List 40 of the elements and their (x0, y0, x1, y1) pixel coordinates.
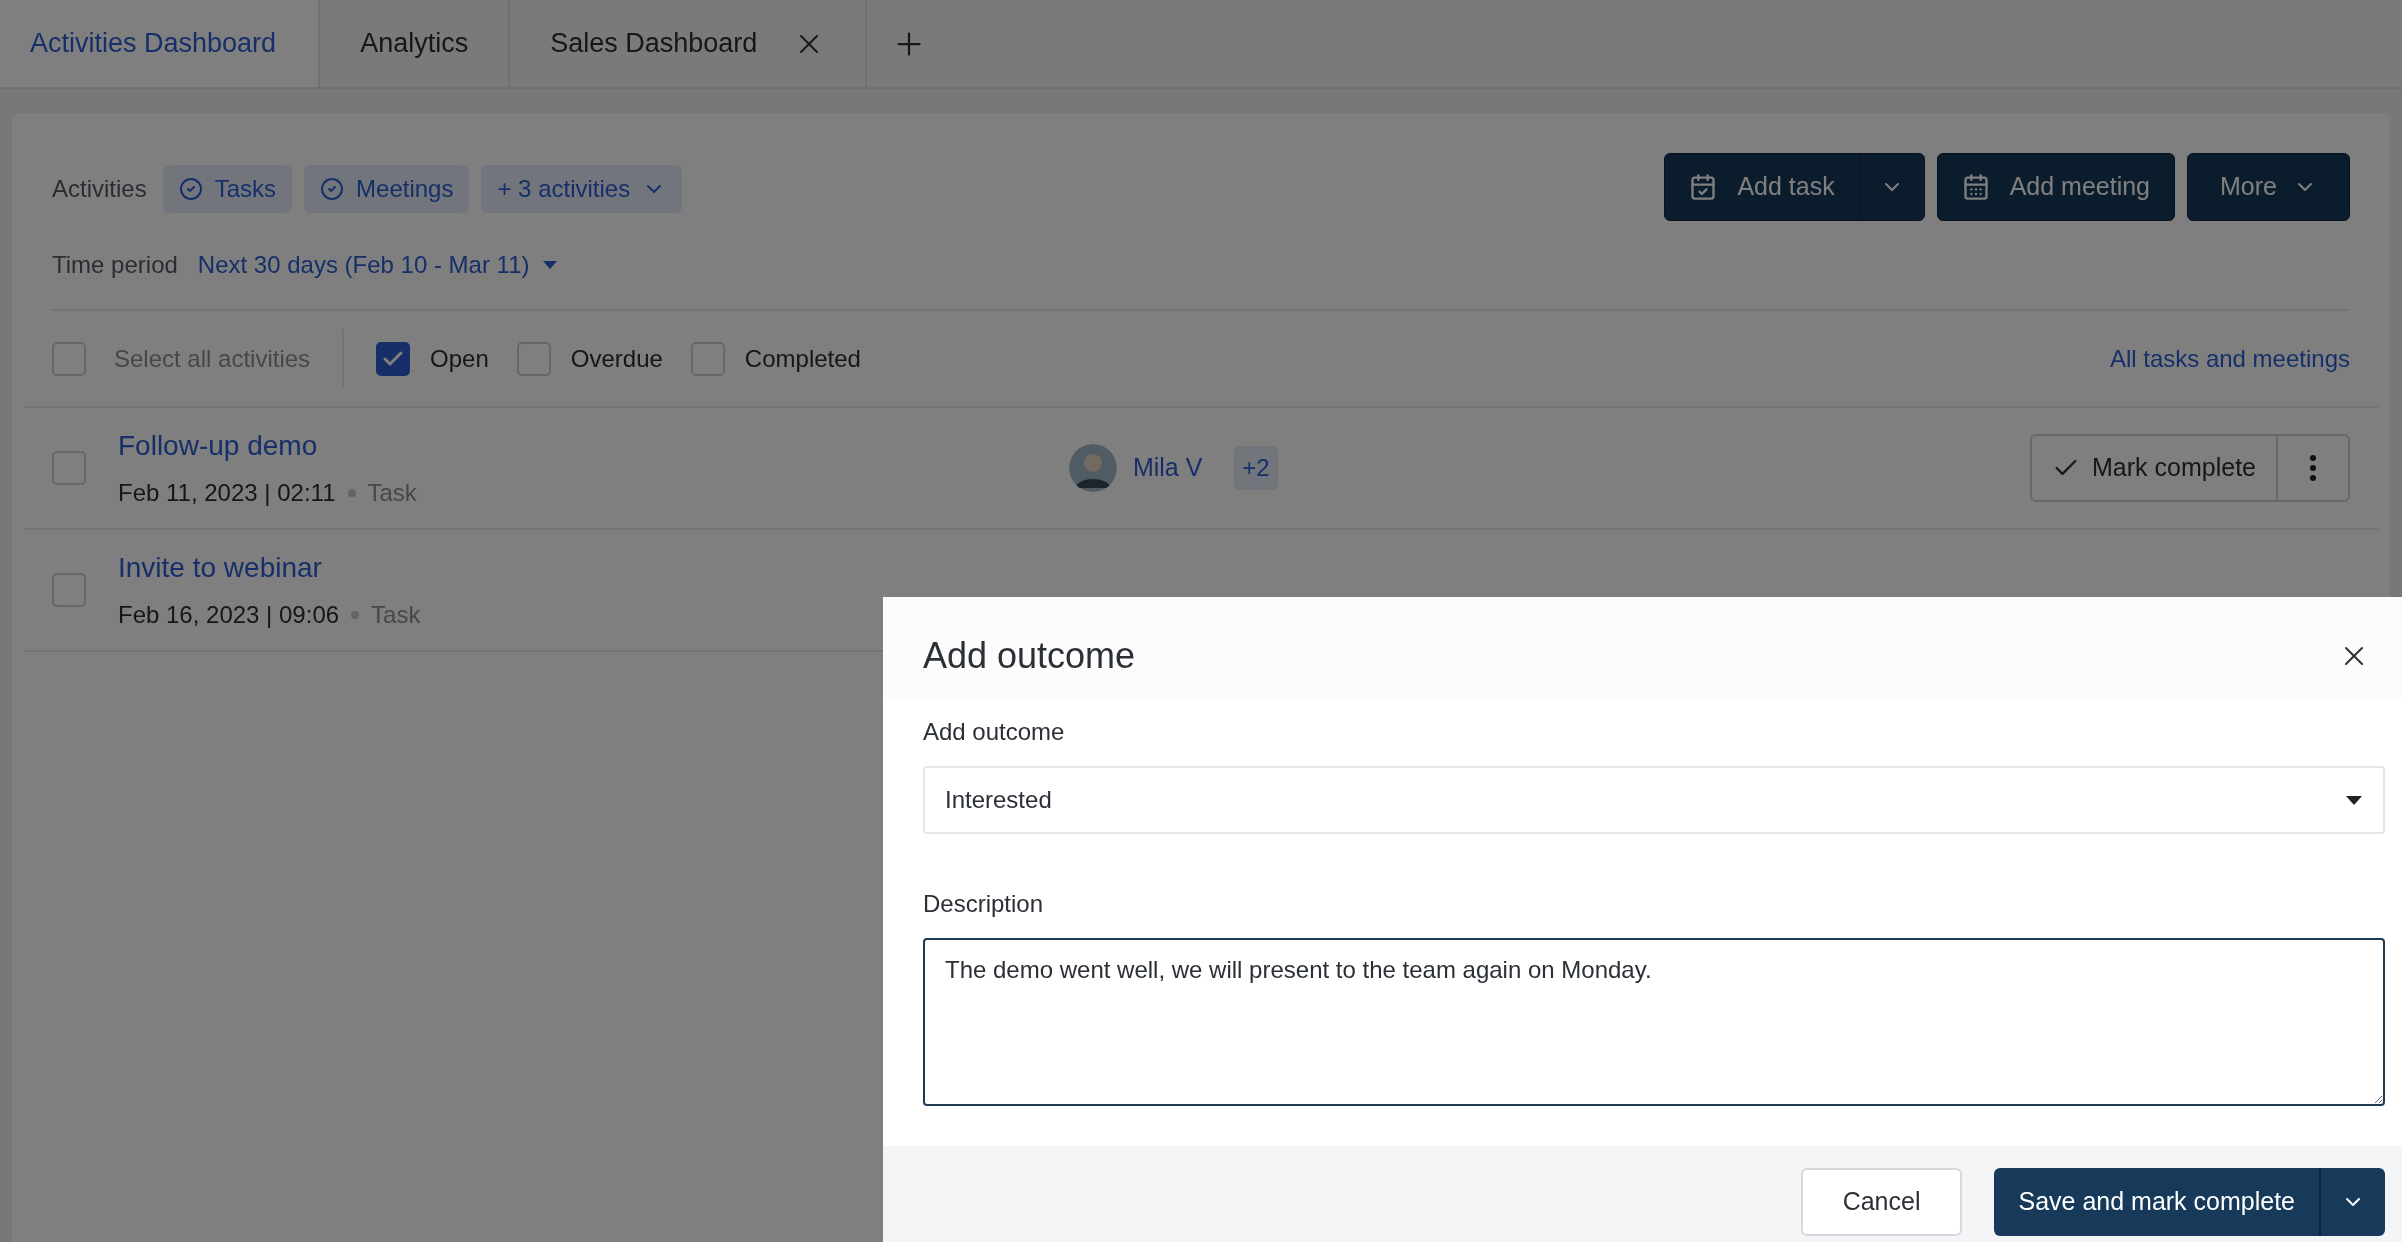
add-task-button[interactable]: Add task (1665, 154, 1859, 220)
tab[interactable]: Sales Dashboard (510, 0, 868, 87)
assignee-count: +2 (1234, 446, 1278, 490)
activities-dropdown[interactable]: + 3 activities (481, 165, 683, 213)
filter-chip[interactable]: Tasks (162, 165, 293, 213)
description-label: Description (923, 889, 1045, 919)
activities-label: Activities (52, 174, 147, 204)
status-filter-label: Overdue (570, 343, 663, 374)
avatar (1068, 444, 1117, 492)
add-meeting-button[interactable]: Add meeting (1936, 153, 2176, 221)
filter-chip[interactable]: Meetings (304, 165, 470, 213)
more-button[interactable]: More (2187, 153, 2350, 221)
more-icon (2310, 455, 2316, 481)
caret-down-icon (2345, 794, 2363, 806)
check-circle-icon (320, 177, 345, 201)
outcome-select[interactable]: Interested (923, 766, 2385, 834)
activity-type: Task (371, 600, 421, 630)
checkbox[interactable] (376, 341, 411, 376)
select-all-label: Select all activities (114, 343, 311, 374)
check-circle-icon (178, 177, 203, 201)
tab[interactable]: Activities Dashboard (0, 0, 321, 87)
activity-type: Task (367, 478, 417, 508)
activity-title-link[interactable]: Invite to webinar (118, 547, 421, 589)
time-period-dropdown[interactable]: Next 30 days (Feb 10 - Mar 11) (197, 247, 558, 283)
dialog-title: Add outcome (923, 633, 1136, 678)
time-period-label: Time period (52, 250, 178, 280)
status-filter-label: Completed (744, 343, 861, 374)
cancel-button[interactable]: Cancel (1800, 1168, 1963, 1236)
tab[interactable]: Analytics (320, 0, 511, 87)
calendar-check-icon (1689, 173, 1718, 201)
caret-down-icon (541, 260, 558, 270)
description-textarea[interactable]: The demo went well, we will present to the team again on Monday. (923, 938, 2385, 1106)
activity-date: Feb 16, 2023 | 09:06 (118, 600, 340, 630)
activity-title-link[interactable]: Follow-up demo (118, 425, 417, 467)
all-tasks-link[interactable]: All tasks and meetings (2109, 340, 2350, 377)
assignee-link[interactable]: Mila V (1132, 449, 1203, 487)
status-filter-label: Open (430, 343, 489, 374)
outcome-label: Add outcome (923, 717, 1066, 747)
calendar-icon (1961, 173, 1990, 201)
activity-date: Feb 11, 2023 | 02:11 (118, 478, 336, 508)
